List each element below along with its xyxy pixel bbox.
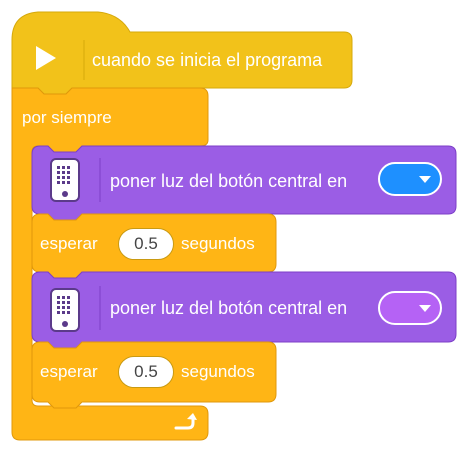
forever-label: por siempre [22,108,112,127]
light-label-1: poner luz del botón central en [110,171,348,191]
chevron-down-icon [419,176,431,183]
wait-seconds-input-2[interactable]: 0.5 [118,356,174,388]
wait-prefix-1: esperar [40,234,98,253]
wait-suffix-1: segundos [181,234,255,253]
light-label-2: poner luz del botón central en [110,298,348,318]
hub-light-icon [50,158,80,202]
wait-seconds-input-1[interactable]: 0.5 [118,228,174,260]
hat-label: cuando se inicia el programa [92,50,323,70]
color-dropdown-blue[interactable] [378,162,442,196]
play-flag-icon [36,46,56,70]
color-dropdown-violet[interactable] [378,291,442,325]
chevron-down-icon [419,305,431,312]
loop-arrow-icon [174,413,197,430]
wait-prefix-2: esperar [40,362,98,381]
hub-light-icon [50,288,80,332]
wait-suffix-2: segundos [181,362,255,381]
